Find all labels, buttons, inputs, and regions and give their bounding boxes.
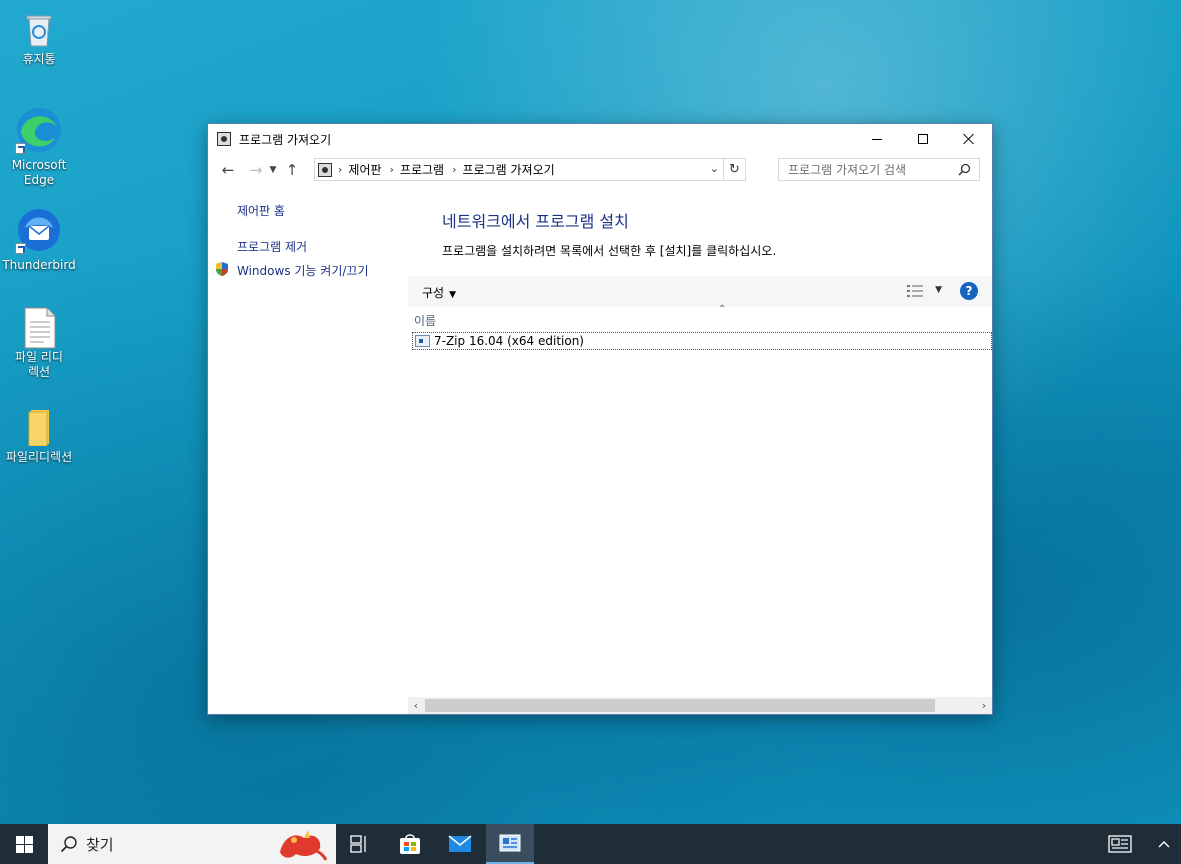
desktop-icon-file-redirect-folder[interactable]: 파일리디렉션 [1, 406, 77, 465]
organize-label: 구성 [422, 286, 445, 300]
chevron-down-icon: ▼ [269, 165, 277, 175]
task-view-button[interactable] [336, 824, 384, 864]
minimize-icon [872, 138, 882, 140]
program-name: 7-Zip 16.04 (x64 edition) [434, 334, 584, 348]
navigation-bar: ← → ▼ ↑ › 제어판 › 프로그램 › 프로그램 가져오기 ⌄ ↻ 프로그… [208, 154, 992, 186]
up-button[interactable]: ↑ [281, 159, 303, 181]
recycle-bin-icon [19, 8, 59, 48]
details-view-icon[interactable] [906, 284, 924, 298]
desktop-icon-thunderbird[interactable]: Thunderbird [1, 206, 77, 273]
control-panel-taskbar-button[interactable] [486, 824, 534, 864]
taskbar: 찾기 [0, 824, 1181, 864]
desktop-icon-label: 휴지통 [22, 52, 56, 66]
window-title: 프로그램 가져오기 [239, 132, 332, 147]
column-name-label: 이름 [414, 314, 437, 328]
arrow-left-icon: ← [221, 161, 235, 179]
breadcrumb-separator: › [338, 163, 343, 176]
sidebar-item-control-panel-home[interactable]: 제어판 홈 [237, 202, 285, 219]
close-button[interactable] [946, 124, 992, 154]
breadcrumb-separator: › [389, 163, 394, 176]
breadcrumb-get-programs[interactable]: 프로그램 가져오기 [463, 161, 555, 178]
desktop-icon-label: Microsoft Edge [11, 158, 67, 187]
edge-icon [15, 106, 63, 154]
start-button[interactable] [0, 824, 48, 864]
control-panel-icon [318, 162, 332, 177]
refresh-button[interactable]: ↻ [723, 159, 745, 180]
mail-icon [448, 835, 472, 852]
scroll-right-icon[interactable]: › [976, 698, 992, 713]
search-input[interactable]: 프로그램 가져오기 검색 [778, 158, 980, 181]
command-bar: 구성 ▼ ▼ ? [408, 276, 992, 307]
sidebar-item-uninstall-program[interactable]: 프로그램 제거 [237, 238, 307, 255]
main-content: 네트워크에서 프로그램 설치 프로그램을 설치하려면 목록에서 선택한 후 [설… [408, 186, 992, 714]
breadcrumb-programs[interactable]: 프로그램 [400, 161, 444, 178]
desktop-icon-label: 파일 리디렉션 [15, 350, 63, 379]
taskbar-search[interactable]: 찾기 [48, 824, 336, 864]
organize-button[interactable]: 구성 ▼ [422, 284, 456, 301]
desktop-icon-file-redirect-doc[interactable]: 파일 리디렉션 [1, 306, 77, 380]
horizontal-scrollbar[interactable]: ‹ › [408, 697, 992, 714]
search-icon [958, 163, 971, 176]
task-view-icon [350, 835, 366, 853]
desktop-icon-edge[interactable]: Microsoft Edge [1, 106, 77, 188]
store-button[interactable] [386, 824, 434, 864]
breadcrumb-control-panel[interactable]: 제어판 [348, 161, 381, 178]
maximize-icon [918, 134, 928, 144]
address-dropdown-icon[interactable]: ⌄ [710, 162, 719, 175]
maximize-button[interactable] [900, 124, 946, 154]
shield-icon [216, 262, 228, 276]
search-icon [60, 836, 77, 853]
store-icon [400, 834, 420, 854]
page-title: 네트워크에서 프로그램 설치 [442, 212, 629, 231]
recent-locations-button[interactable]: ▼ [267, 159, 279, 181]
title-bar[interactable]: 프로그램 가져오기 [208, 124, 992, 154]
minimize-button[interactable] [854, 124, 900, 154]
news-icon [1108, 835, 1132, 853]
arrow-right-icon: → [249, 161, 263, 179]
installer-package-icon [415, 335, 430, 347]
program-row[interactable]: 7-Zip 16.04 (x64 edition) [412, 332, 992, 350]
shortcut-arrow-icon [15, 243, 26, 254]
text-file-icon [19, 306, 59, 349]
refresh-icon: ↻ [729, 162, 740, 177]
mail-button[interactable] [436, 824, 484, 864]
search-placeholder: 프로그램 가져오기 검색 [788, 163, 907, 177]
sort-ascending-icon: ⌃ [718, 304, 727, 315]
scrollbar-thumb[interactable] [425, 699, 935, 712]
back-button[interactable]: ← [217, 159, 239, 181]
chevron-up-icon [1158, 841, 1170, 848]
control-panel-icon [217, 132, 231, 146]
taskbar-search-label: 찾기 [86, 835, 114, 854]
breadcrumb-separator: › [452, 163, 457, 176]
folder-icon [19, 406, 59, 447]
arrow-up-icon: ↑ [285, 161, 299, 179]
control-panel-icon [499, 834, 521, 852]
programs-window: 프로그램 가져오기 ← → ▼ ↑ › 제어판 › 프로그램 › 프로그램 가져… [207, 123, 993, 715]
news-and-interests-button[interactable] [1100, 824, 1140, 864]
scroll-left-icon[interactable]: ‹ [408, 698, 424, 713]
address-bar[interactable]: › 제어판 › 프로그램 › 프로그램 가져오기 ⌄ ↻ [314, 158, 746, 181]
desktop-icon-recycle-bin[interactable]: 휴지통 [1, 8, 77, 67]
caret-down-icon: ▼ [449, 290, 457, 300]
show-hidden-icons-button[interactable] [1150, 824, 1178, 864]
column-header-name[interactable]: 이름 ⌃ [408, 304, 992, 331]
sidebar-item-windows-features[interactable]: Windows 기능 켜기/끄기 [237, 262, 368, 279]
windows-logo-icon [15, 835, 33, 853]
thunderbird-icon [15, 206, 63, 254]
close-icon [963, 133, 975, 145]
view-options-caret-icon[interactable]: ▼ [935, 285, 942, 295]
shortcut-arrow-icon [15, 143, 26, 154]
desktop-icon-label: Thunderbird [2, 258, 76, 272]
forward-button[interactable]: → [245, 159, 267, 181]
desktop-icon-label: 파일리디렉션 [5, 450, 73, 464]
dragon-illustration-icon [280, 830, 328, 861]
page-description: 프로그램을 설치하려면 목록에서 선택한 후 [설치]를 클릭하십시오. [442, 244, 777, 258]
help-icon[interactable]: ? [960, 282, 978, 300]
